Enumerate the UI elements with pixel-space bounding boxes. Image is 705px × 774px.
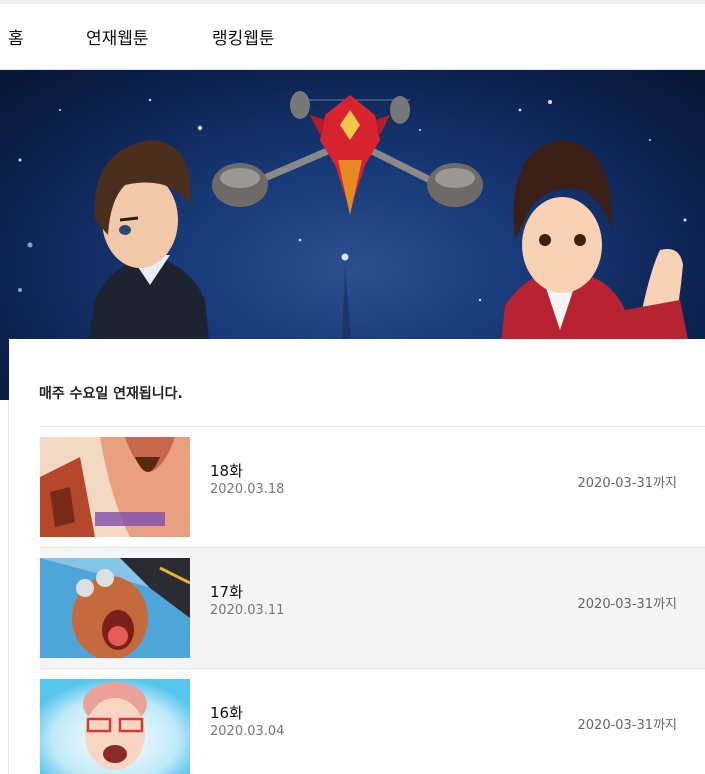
left-edge bbox=[0, 400, 9, 774]
nav-home[interactable]: 홈 bbox=[8, 24, 24, 49]
episode-date: 2020.03.18 bbox=[210, 482, 285, 497]
episode-row[interactable]: 17화 2020.03.11 2020-03-31까지 bbox=[40, 548, 705, 669]
episode-thumbnail bbox=[40, 679, 190, 774]
episode-section: 매주 수요일 연재됩니다. 18화 2020.03.18 2020-03-31까… bbox=[9, 339, 705, 774]
episode-available-until: 2020-03-31까지 bbox=[577, 597, 677, 612]
episode-available-until: 2020-03-31까지 bbox=[577, 476, 677, 491]
schedule-notice: 매주 수요일 연재됩니다. bbox=[39, 386, 183, 402]
episode-thumbnail bbox=[40, 558, 190, 658]
episode-date: 2020.03.11 bbox=[210, 603, 285, 618]
episode-thumbnail bbox=[40, 437, 190, 537]
episode-available-until: 2020-03-31까지 bbox=[577, 718, 677, 733]
episode-title: 17화 bbox=[210, 583, 243, 601]
episode-title: 18화 bbox=[210, 462, 243, 480]
episode-title: 16화 bbox=[210, 704, 243, 722]
episode-row[interactable]: 16화 2020.03.04 2020-03-31까지 bbox=[40, 669, 705, 774]
nav-serial-webtoon[interactable]: 연재웹툰 bbox=[86, 24, 149, 49]
episode-row[interactable]: 18화 2020.03.18 2020-03-31까지 bbox=[40, 427, 705, 548]
top-nav: 홈 연재웹툰 랭킹웹툰 bbox=[0, 4, 705, 70]
nav-ranking-webtoon[interactable]: 랭킹웹툰 bbox=[212, 24, 275, 49]
episode-date: 2020.03.04 bbox=[210, 724, 285, 739]
